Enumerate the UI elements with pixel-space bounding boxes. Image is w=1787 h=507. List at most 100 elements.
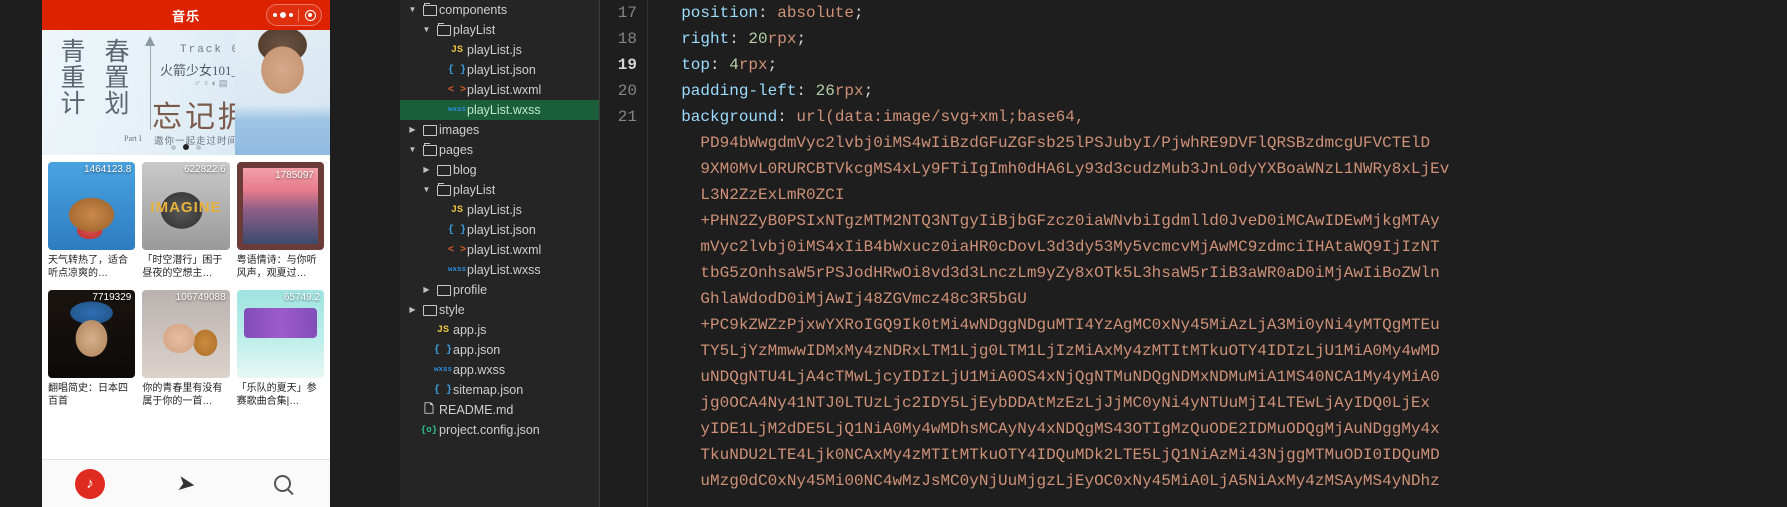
tree-item-label: sitemap.json	[453, 383, 524, 397]
playlist-cover[interactable]: 1464123.8	[48, 162, 136, 250]
banner-char: 计	[60, 91, 86, 118]
tree-item-playlist-js[interactable]: JS playList.js	[400, 200, 599, 220]
chevron-right-icon[interactable]: ▶	[420, 280, 433, 300]
tree-item-pages[interactable]: ▼ pages	[400, 140, 599, 160]
code-line[interactable]: tbG5zOnhsaW5rPSJodHRwOi8vd3d3LnczLm9yZy8…	[662, 260, 1787, 286]
playlist-cover[interactable]: 1785097	[236, 162, 324, 250]
code-line[interactable]: jg0OCA4Ny41NTJ0LTUzLjc2IDY5LjEybDDAtMzEz…	[662, 390, 1787, 416]
folder-open-icon	[422, 3, 437, 16]
code-line[interactable]: GhlaWdodD0iMjAwIj48ZGVmcz48c3R5bGU	[662, 286, 1787, 312]
tree-item-profile[interactable]: ▶ profile	[400, 280, 599, 300]
carousel-dot[interactable]	[171, 144, 176, 150]
code-line[interactable]: PD94bWwgdmVyc2lvbj0iMS4wIiBzdGFuZGFsb25l…	[662, 130, 1787, 156]
album-banner[interactable]: 青 春 重 置 计 划 Track 06 火箭少女101_Sunnee ♂♀◐▤…	[42, 30, 330, 155]
wxss-icon: wxss	[433, 366, 452, 374]
code-line[interactable]: L3N2ZzExLmR0ZCI	[662, 182, 1787, 208]
code-line[interactable]: TY5LjYzMmwwIDMxMy4zNDRxLTM1Ljg0LTM1LjIzM…	[662, 338, 1787, 364]
list-item[interactable]: 622822.6 IMAGINE 「时空潜行」困于昼夜的空想主…	[142, 162, 230, 280]
list-item[interactable]: 65749.2 「乐队的夏天」参赛歌曲合集|…	[236, 290, 324, 408]
code-editor[interactable]: 17 18 19 20 21 position: absolute; right: 20…	[600, 0, 1787, 507]
chevron-down-icon[interactable]: ▼	[420, 180, 433, 200]
search-icon[interactable]	[273, 475, 291, 492]
playlist-title: 「时空潜行」困于昼夜的空想主…	[142, 255, 223, 279]
code-line[interactable]: uNDQgNTU4LjA4cTMwLjcyIDIzLjU1MiA0OS4xNjQ…	[662, 364, 1787, 390]
folder-open-icon	[433, 23, 453, 37]
tree-item-playlist-json[interactable]: { } playList.json	[400, 220, 599, 240]
code-line[interactable]: top: 4rpx;	[662, 52, 1787, 78]
simulator-pane: 音乐 青 春 重 置 计 划 Track 06 火箭少女101_Sunnee ♂…	[0, 0, 400, 507]
carousel-dot-active[interactable]	[183, 144, 189, 150]
wechat-capsule[interactable]	[266, 4, 322, 26]
tab-send[interactable]: ➤	[138, 469, 234, 497]
tree-item-playlist-wxss[interactable]: wxss playList.wxss	[400, 260, 599, 280]
code-line[interactable]: position: absolute;	[662, 0, 1787, 26]
chevron-right-icon[interactable]: ▶	[406, 120, 419, 140]
list-item[interactable]: 7719329 翻唱简史：日本四百首	[48, 290, 136, 408]
line-number: 17	[617, 4, 637, 22]
chevron-down-icon[interactable]: ▼	[406, 0, 419, 20]
tree-item-label: app.wxss	[453, 363, 506, 377]
send-icon[interactable]: ➤	[175, 469, 197, 497]
tree-item-project-config-json[interactable]: {o} project.config.json	[400, 420, 599, 440]
miniprogram-nav-bar: 音乐	[42, 0, 330, 30]
js-icon: JS	[436, 324, 449, 336]
playlist-cover[interactable]: 622822.6 IMAGINE	[142, 162, 230, 250]
tree-item-playlist-wxml[interactable]: < > playList.wxml	[400, 240, 599, 260]
code-line[interactable]: mVyc2lvbj0iMS4xIiB4bWxucz0iaHR0cDovL3d3d…	[662, 234, 1787, 260]
folder-icon	[433, 163, 453, 177]
tree-item-playlist-json[interactable]: { } playList.json	[400, 60, 599, 80]
playlist-cover[interactable]: 65749.2	[236, 290, 324, 378]
target-icon[interactable]	[299, 9, 321, 21]
code-line[interactable]: +PC9kZWZzPjxwYXRoIGQ9Ik0tMi4wNDggNDguMTI…	[662, 312, 1787, 338]
playlist-cover[interactable]: 7719329	[48, 290, 136, 378]
tree-item-playlist[interactable]: ▼ playList	[400, 20, 599, 40]
file-explorer[interactable]: ▼ components ▼ playList JS playList.js{ } play…	[400, 0, 600, 507]
code-line[interactable]: padding-left: 26rpx;	[662, 78, 1787, 104]
list-item[interactable]: 1464123.8 天气转热了，适合听点凉爽的…	[48, 162, 136, 280]
code-line[interactable]: background: url(data:image/svg+xml;base6…	[662, 104, 1787, 130]
code-line[interactable]: right: 20rpx;	[662, 26, 1787, 52]
playlist-title: 粤语情诗：与你听风声，观夏过…	[236, 255, 317, 279]
tree-item-app-js[interactable]: JS app.js	[400, 320, 599, 340]
tab-search[interactable]	[234, 475, 330, 492]
tab-music[interactable]: ♪	[42, 468, 138, 499]
code-token-punc: ;	[863, 82, 874, 100]
json-icon: { }	[433, 344, 452, 356]
code-line[interactable]: uMzg0dC0xNy45Mi00NC4wMzJsMC0yNjUuMjgzLjE…	[662, 468, 1787, 494]
tree-item-readme-md[interactable]: 🗋 README.md	[400, 400, 599, 420]
tree-item-components[interactable]: ▼ components	[400, 0, 599, 20]
tree-item-playlist-js[interactable]: JS playList.js	[400, 40, 599, 60]
list-item[interactable]: 106749088 你的青春里有没有属于你的一首…	[142, 290, 230, 408]
wxml-icon: < >	[447, 84, 466, 96]
chevron-down-icon[interactable]: ▼	[406, 140, 419, 160]
more-dots-icon[interactable]	[267, 12, 298, 18]
tree-item-style[interactable]: ▶ style	[400, 300, 599, 320]
tree-item-playlist-wxss[interactable]: wxss playList.wxss	[400, 100, 599, 120]
playlist-cover[interactable]: 106749088	[142, 290, 230, 378]
code-line[interactable]: +PHN2ZyB0PSIxNTgzMTM2NTQ3NTgyIiBjbGFzcz0…	[662, 208, 1787, 234]
folder-open-icon	[436, 183, 451, 196]
tree-item-app-json[interactable]: { } app.json	[400, 340, 599, 360]
tree-item-app-wxss[interactable]: wxss app.wxss	[400, 360, 599, 380]
chevron-right-icon[interactable]: ▶	[420, 160, 433, 180]
code-content[interactable]: position: absolute; right: 20rpx; top: 4…	[648, 0, 1787, 507]
chevron-down-icon[interactable]: ▼	[420, 20, 433, 40]
music-note-icon[interactable]: ♪	[75, 468, 105, 499]
folder-icon	[422, 304, 437, 316]
chevron-right-icon[interactable]: ▶	[406, 300, 419, 320]
tree-item-playlist-wxml[interactable]: < > playList.wxml	[400, 80, 599, 100]
code-token-str: PD94bWwgdmVyc2lvbj0iMS4wIiBzdGFuZGFsb25l…	[662, 134, 1431, 152]
devtools-window: 音乐 青 春 重 置 计 划 Track 06 火箭少女101_Sunnee ♂…	[0, 0, 1787, 507]
banner-photo	[235, 30, 330, 155]
list-item[interactable]: 1785097 粤语情诗：与你听风声，观夏过…	[236, 162, 324, 280]
tree-item-sitemap-json[interactable]: { } sitemap.json	[400, 380, 599, 400]
tree-item-playlist[interactable]: ▼ playList	[400, 180, 599, 200]
code-line[interactable]: TkuNDU2LTE4Ljk0NCAxMy4zMTItMTkuOTY4IDQuM…	[662, 442, 1787, 468]
carousel-dot[interactable]	[196, 144, 201, 150]
tree-item-images[interactable]: ▶ images	[400, 120, 599, 140]
code-line[interactable]: 9XM0MvL0RURCBTVkcgMS4xLy9FTiIgImh0dHA6Ly…	[662, 156, 1787, 182]
carousel-dots[interactable]	[42, 144, 330, 150]
tree-item-blog[interactable]: ▶ blog	[400, 160, 599, 180]
code-line[interactable]: yIDE1LjM2dDE5LjQ1NiA0My4wMDhsMCAyNy4xNDQ…	[662, 416, 1787, 442]
wxss-icon: wxss	[447, 266, 466, 274]
